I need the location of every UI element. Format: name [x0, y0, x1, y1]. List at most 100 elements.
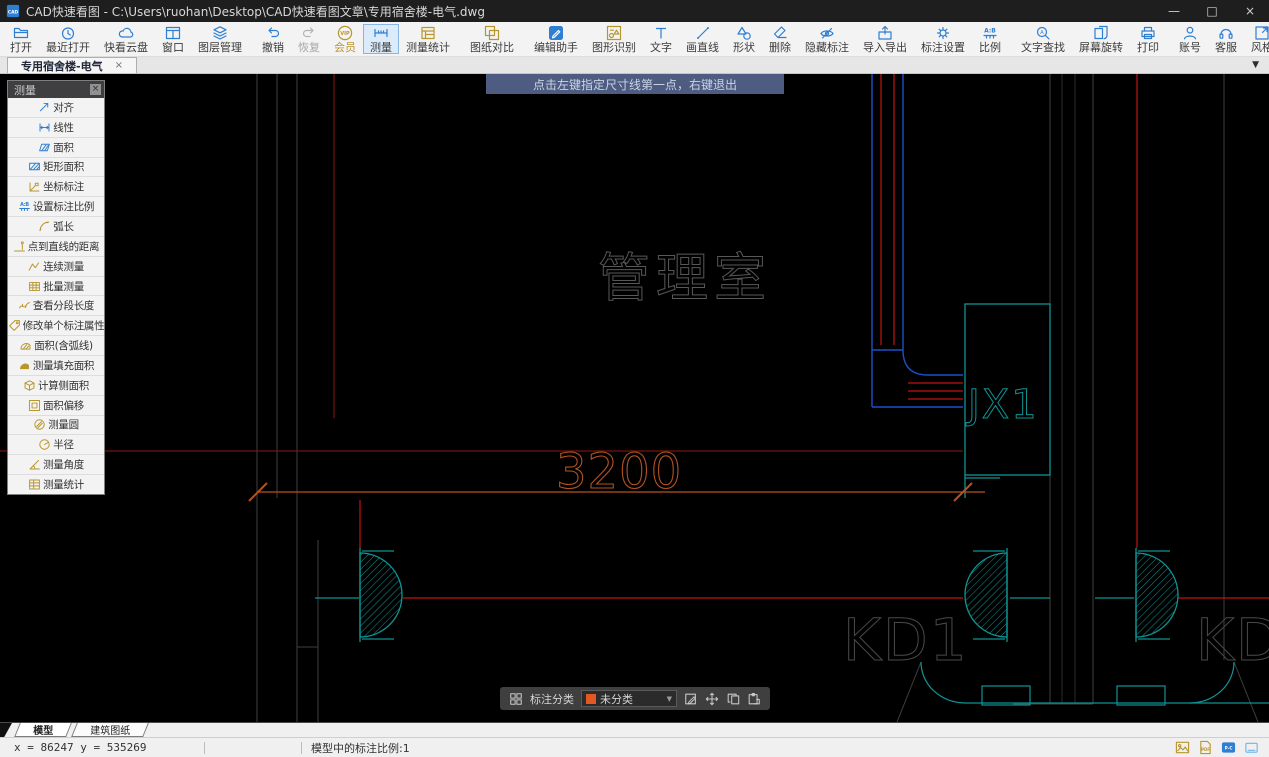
tab-list-dropdown-icon[interactable]: ▼ [1252, 61, 1259, 70]
window-controls: — □ × [1155, 0, 1269, 22]
document-tab-bar: 专用宿舍楼-电气 × ▼ [0, 57, 1269, 74]
hide-mark-icon [819, 25, 835, 41]
toolbar-button[interactable]: 屏幕旋转 [1072, 24, 1130, 54]
copy-annotation-icon[interactable] [726, 692, 740, 706]
measure-tool-item[interactable]: 测量统计 [8, 474, 104, 494]
measure-tool-item[interactable]: 坐标标注 [8, 176, 104, 196]
app-window: CAD CAD快速看图 - C:\Users\ruohan\Desktop\CA… [0, 0, 1269, 757]
window-title: CAD快速看图 - C:\Users\ruohan\Desktop\CAD快速看… [26, 4, 485, 19]
toolbar-button[interactable]: 打开 [3, 24, 39, 54]
conduit-lines [871, 74, 963, 408]
erase-icon [772, 25, 788, 41]
measure-tool-item[interactable]: 面积偏移 [8, 394, 104, 415]
account-icon [1182, 25, 1198, 41]
toolbar-button[interactable]: 标注设置 [914, 24, 972, 54]
measure-tool-item[interactable]: 面积 [8, 136, 104, 157]
layout-tab-bar: 模型 建筑图纸 [0, 722, 1269, 737]
measure-tool-item[interactable]: 半径 [8, 434, 104, 454]
edit-annotation-icon[interactable] [684, 692, 698, 706]
toolbar-button[interactable]: 风格 [1244, 24, 1269, 54]
measure-tool-item[interactable]: 修改单个标注属性 [8, 315, 105, 335]
measure-tool-item[interactable]: 批量测量 [8, 275, 104, 296]
measure-icon [373, 25, 389, 41]
title-bar: CAD CAD快速看图 - C:\Users\ruohan\Desktop\CA… [0, 0, 1269, 22]
toolbar-button[interactable]: 编辑助手 [527, 24, 585, 54]
annotation-scale-text: 模型中的标注比例:1 [311, 741, 410, 755]
layout-tab-model[interactable]: 模型 [14, 723, 72, 737]
toolbar-button[interactable]: 打印 [1130, 24, 1166, 54]
grid-icon[interactable] [509, 692, 523, 706]
svg-text:PDF: PDF [1201, 747, 1210, 752]
minimize-button[interactable]: — [1155, 0, 1193, 22]
set-scale-icon: A:B [18, 200, 31, 213]
toolbar-button[interactable]: 图形识别 [585, 24, 643, 54]
vip-icon: VIP [337, 25, 353, 41]
measure-tool-item[interactable]: 测量填充面积 [8, 354, 104, 375]
angle-icon [28, 458, 41, 471]
float-window-icon[interactable] [1244, 740, 1259, 755]
wire-lines [359, 74, 1269, 599]
toolbar-button[interactable]: 画直线 [679, 24, 726, 54]
export-image-icon[interactable] [1175, 740, 1190, 755]
toolbar-button[interactable]: 删除 [762, 24, 798, 54]
measure-tool-item[interactable]: 测量角度 [8, 454, 104, 474]
document-tab[interactable]: 专用宿舍楼-电气 × [7, 57, 137, 73]
continuous-icon [28, 260, 41, 273]
toolbar-button[interactable]: 测量统计 [399, 24, 457, 54]
measure-tool-item[interactable]: 面积(含弧线) [8, 335, 104, 355]
wall-lines [256, 74, 1259, 722]
toolbar-button[interactable]: 最近打开 [39, 24, 97, 54]
layout-tab-drawing[interactable]: 建筑图纸 [71, 723, 149, 737]
measure-tool-item[interactable]: 测量圆 [8, 414, 104, 435]
side-area-icon [23, 379, 36, 392]
measure-tool-item[interactable]: 对齐 [8, 98, 104, 117]
toolbar-button[interactable]: 隐藏标注 [798, 24, 856, 54]
redo-icon [301, 25, 317, 41]
point-line-icon [13, 240, 26, 253]
close-button[interactable]: × [1231, 0, 1269, 22]
toolbar-button[interactable]: A 文字查找 [1014, 24, 1072, 54]
drawing-canvas[interactable]: 管理室 3200 JX1 KD1 KD1 点击左键指定尺寸线第一点，右键退出 测… [0, 74, 1269, 722]
svg-text:A: A [1040, 30, 1044, 36]
move-annotation-icon[interactable] [705, 692, 719, 706]
toolbar-button[interactable]: A:B 比例 [972, 24, 1008, 54]
toolbar-button[interactable]: 图纸对比 [463, 24, 521, 54]
toolbar-button[interactable]: 形状 [726, 24, 762, 54]
toolbar-button[interactable]: 账号 [1172, 24, 1208, 54]
measure-tool-item[interactable]: 线性 [8, 116, 104, 137]
service-icon [1218, 25, 1234, 41]
toolbar-button[interactable]: 导入导出 [856, 24, 914, 54]
recent-icon [60, 25, 76, 41]
measure-tool-item[interactable]: 计算侧面积 [8, 374, 104, 395]
toolbar-button[interactable]: 图层管理 [191, 24, 249, 54]
style-icon [1254, 25, 1269, 41]
measure-tool-item[interactable]: 矩形面积 [8, 156, 104, 177]
toolbar-button[interactable]: 窗口 [155, 24, 191, 54]
measure-tool-item[interactable]: A:B 设置标注比例 [8, 196, 104, 216]
export-pdf-icon[interactable]: PDF [1198, 740, 1213, 755]
pc-sync-icon[interactable]: P-C [1221, 740, 1236, 755]
classify-select[interactable]: 未分类 ▼ [581, 690, 677, 707]
measure-tool-item[interactable]: 弧长 [8, 216, 104, 236]
window-icon [165, 25, 181, 41]
maximize-button[interactable]: □ [1193, 0, 1231, 22]
toolbar-button[interactable]: 文字 [643, 24, 679, 54]
paste-annotation-icon[interactable] [747, 692, 761, 706]
classify-label: 标注分类 [530, 692, 574, 706]
text-icon [653, 25, 669, 41]
tab-close-icon[interactable]: × [115, 60, 123, 71]
measure-tool-item[interactable]: 连续测量 [8, 255, 104, 276]
toolbar-button[interactable]: 测量 [363, 24, 399, 54]
toolbar-button[interactable]: 恢复 [291, 24, 327, 54]
toolbar-button[interactable]: 撤销 [255, 24, 291, 54]
measure-tool-item[interactable]: 点到直线的距离 [8, 235, 104, 256]
annotation-classify-bar: 标注分类 未分类 ▼ [500, 687, 770, 710]
layout-tab-wedge [0, 723, 12, 737]
panel-close-icon[interactable]: × [90, 84, 101, 95]
toolbar-button[interactable]: 快看云盘 [97, 24, 155, 54]
arc-length-icon [38, 220, 51, 233]
measure-tool-item[interactable]: 查看分段长度 [8, 295, 104, 315]
measure-panel-titlebar[interactable]: 测量 × [8, 81, 104, 98]
toolbar-button[interactable]: VIP 会员 [327, 24, 363, 54]
toolbar-button[interactable]: 客服 [1208, 24, 1244, 54]
